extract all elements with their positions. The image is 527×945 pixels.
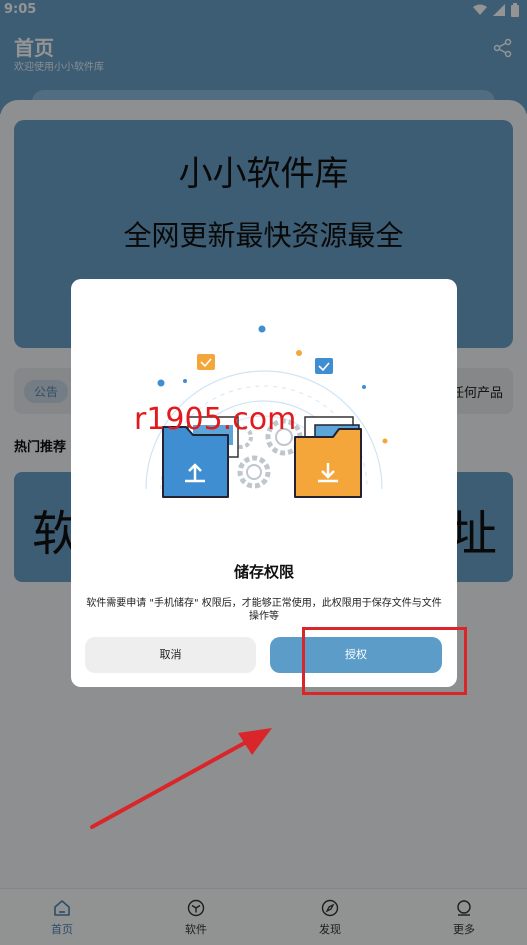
highlight-box	[302, 627, 467, 695]
storage-illustration	[145, 325, 388, 498]
watermark: r1905.com	[134, 402, 297, 437]
dialog-message: 软件需要申请 "手机储存" 权限后，才能够正常使用，此权限用于保存文件与文件操作…	[86, 598, 442, 622]
dialog-title: 储存权限	[233, 563, 294, 581]
permission-dialog: 储存权限 软件需要申请 "手机储存" 权限后，才能够正常使用，此权限用于保存文件…	[71, 279, 457, 687]
cancel-button[interactable]: 取消	[85, 637, 256, 673]
